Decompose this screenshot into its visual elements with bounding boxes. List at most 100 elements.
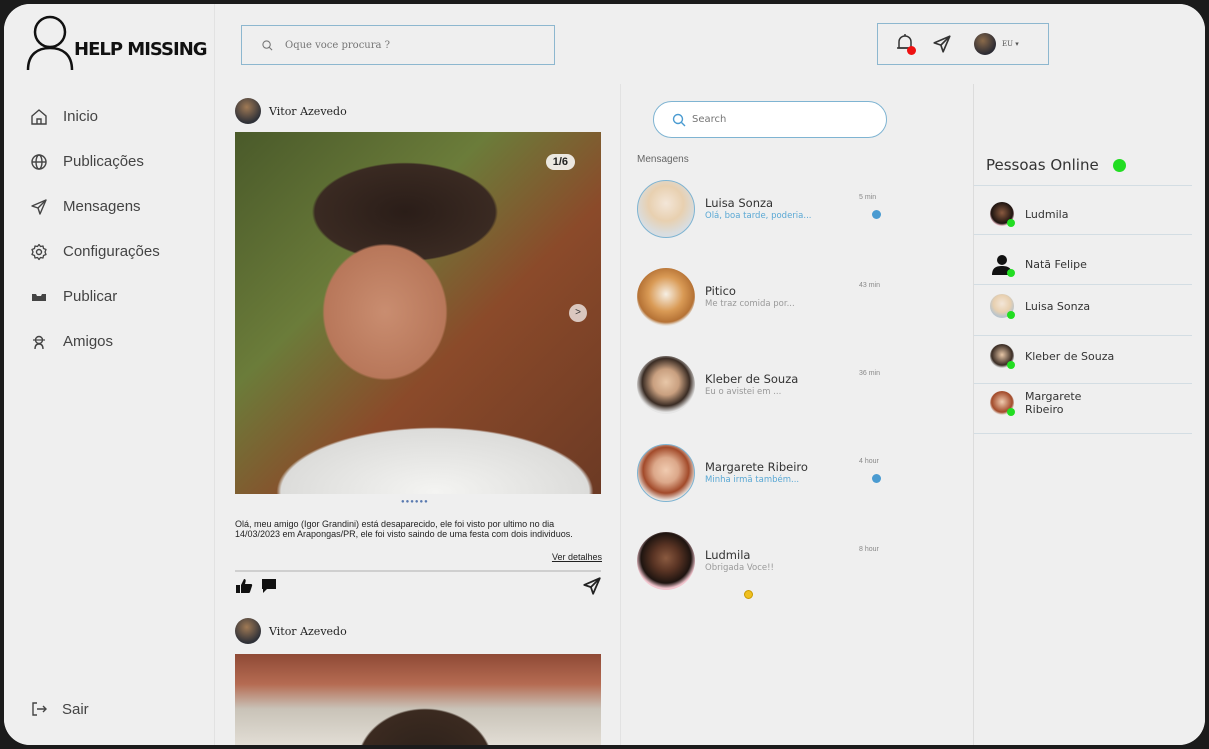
post-photo[interactable]: [235, 654, 601, 745]
gear-icon: [31, 243, 47, 260]
sidebar-item-label: Amigos: [63, 333, 114, 350]
search-icon: [672, 113, 686, 126]
sidebar-item-mensagens[interactable]: Mensagens: [30, 184, 160, 229]
person-name-line2: Ribeiro: [1025, 403, 1064, 416]
message-time: 5 min: [859, 194, 877, 201]
contact-name: Luisa Sonza: [705, 196, 774, 210]
author-avatar[interactable]: [235, 618, 261, 644]
send-icon: [31, 198, 47, 215]
online-dot: [1007, 219, 1015, 227]
sidebar-item-publicacoes[interactable]: Publicações: [30, 139, 160, 184]
message-item[interactable]: Kleber de Souza Eu o avistei em ... 36 m…: [637, 356, 887, 416]
author-name[interactable]: Vitor Azevedo: [269, 625, 347, 638]
message-preview: Me traz comida por...: [705, 299, 795, 309]
sidebar-item-label: Inicio: [63, 108, 99, 125]
person-name-line1: Margarete: [1025, 390, 1082, 403]
comment-icon[interactable]: [261, 578, 277, 594]
message-item[interactable]: Pitico Me traz comida por... 43 min: [637, 268, 887, 328]
send-icon[interactable]: [932, 34, 952, 54]
post-caption: Olá, meu amigo (Igor Grandini) está desa…: [235, 519, 573, 539]
online-person[interactable]: Luisa Sonza: [990, 294, 1090, 319]
divider: [974, 185, 1192, 186]
sidebar-item-label: Mensagens: [63, 198, 141, 215]
photo-counter: 1/6: [545, 154, 575, 170]
person-name: Margarete Ribeiro: [1025, 390, 1081, 416]
person-avatar: [990, 252, 1015, 277]
contact-avatar: [637, 532, 695, 590]
message-item[interactable]: Ludmila Obrigada Voce!! 8 hour: [637, 532, 887, 599]
message-time: 36 min: [859, 370, 881, 377]
messages-panel: Mensagens Luisa Sonza Olá, boa tarde, po…: [621, 84, 974, 745]
notifications-button[interactable]: [894, 33, 916, 55]
online-person[interactable]: Ludmila: [990, 202, 1068, 227]
message-time: 4 hour: [859, 458, 879, 465]
feed: Vitor Azevedo 1/6 > ●●●●●● Olá, meu amig…: [215, 84, 621, 745]
divider: [974, 383, 1192, 384]
globe-icon: [31, 153, 47, 170]
sidebar-item-amigos[interactable]: Amigos: [30, 319, 160, 364]
user-menu-label: EU: [1002, 40, 1014, 48]
share-icon[interactable]: [582, 576, 602, 596]
details-link[interactable]: Ver detalhes: [552, 552, 602, 562]
online-dot: [1007, 269, 1015, 277]
message-item[interactable]: Margarete Ribeiro Minha irmã também... 4…: [637, 444, 887, 504]
divider: [974, 284, 1192, 285]
top-bar: EU ▾: [215, 4, 1205, 84]
messages-search-input[interactable]: [692, 114, 862, 125]
message-preview: Olá, boa tarde, poderia...: [705, 211, 812, 221]
online-dot: [1007, 361, 1015, 369]
online-dot: [1007, 408, 1015, 416]
sidebar-nav: Inicio Publicações Mensagens Configuraçõ…: [30, 94, 160, 364]
contact-name: Kleber de Souza: [705, 372, 799, 386]
post-actions: [235, 578, 285, 594]
messages-search[interactable]: [653, 101, 887, 138]
author-name[interactable]: Vitor Azevedo: [269, 105, 347, 118]
post-photo[interactable]: 1/6 >: [235, 132, 601, 494]
divider: [974, 433, 1192, 434]
sidebar: HELP MISSING Inicio Publicações Mensagen…: [4, 4, 215, 745]
contact-avatar: [637, 180, 695, 238]
logout-button[interactable]: Sair: [30, 700, 89, 718]
app-window: HELP MISSING Inicio Publicações Mensagen…: [4, 4, 1205, 745]
sidebar-item-inicio[interactable]: Inicio: [30, 94, 160, 139]
thumbs-up-icon[interactable]: [235, 578, 253, 594]
sidebar-item-publicar[interactable]: Publicar: [30, 274, 160, 319]
contact-name: Ludmila: [705, 548, 751, 562]
person-name: Kleber de Souza: [1025, 349, 1115, 363]
online-dot: [1007, 311, 1015, 319]
sidebar-item-label: Publicar: [63, 288, 118, 305]
online-panel: Pessoas Online Ludmila Natã Felipe Luisa…: [974, 84, 1205, 745]
online-person[interactable]: Margarete Ribeiro: [990, 390, 1081, 416]
divider: [974, 234, 1192, 235]
online-title-text: Pessoas Online: [986, 156, 1099, 174]
sidebar-item-label: Configurações: [63, 243, 160, 260]
top-actions: EU ▾: [877, 23, 1049, 65]
message-time: 43 min: [859, 282, 881, 289]
author-avatar[interactable]: [235, 98, 261, 124]
logo[interactable]: HELP MISSING: [24, 12, 208, 72]
post-header: Vitor Azevedo: [235, 98, 347, 124]
person-name: Natã Felipe: [1025, 257, 1087, 271]
post-header: Vitor Azevedo: [235, 618, 347, 644]
sidebar-item-configuracoes[interactable]: Configurações: [30, 229, 160, 274]
global-search[interactable]: [241, 25, 555, 65]
contact-avatar: [637, 444, 695, 502]
post-divider: [235, 570, 601, 572]
person-outline-icon: [26, 15, 74, 71]
contact-name: Pitico: [705, 284, 736, 298]
online-person[interactable]: Natã Felipe: [990, 252, 1087, 277]
global-search-input[interactable]: [285, 39, 525, 51]
online-person[interactable]: Kleber de Souza: [990, 344, 1115, 369]
person-avatar: [990, 391, 1015, 416]
user-avatar[interactable]: [974, 33, 996, 55]
person-avatar: [990, 202, 1015, 227]
message-item[interactable]: Luisa Sonza Olá, boa tarde, poderia... 5…: [637, 180, 887, 240]
sidebar-item-label: Publicações: [63, 153, 144, 170]
tray-icon: [32, 293, 46, 301]
carousel-dots: ●●●●●●: [401, 499, 429, 505]
next-photo-button[interactable]: >: [569, 304, 587, 322]
person-avatar: [990, 294, 1015, 319]
user-menu[interactable]: EU ▾: [1002, 40, 1019, 48]
person-avatar: [990, 344, 1015, 369]
friends-icon: [33, 335, 45, 349]
